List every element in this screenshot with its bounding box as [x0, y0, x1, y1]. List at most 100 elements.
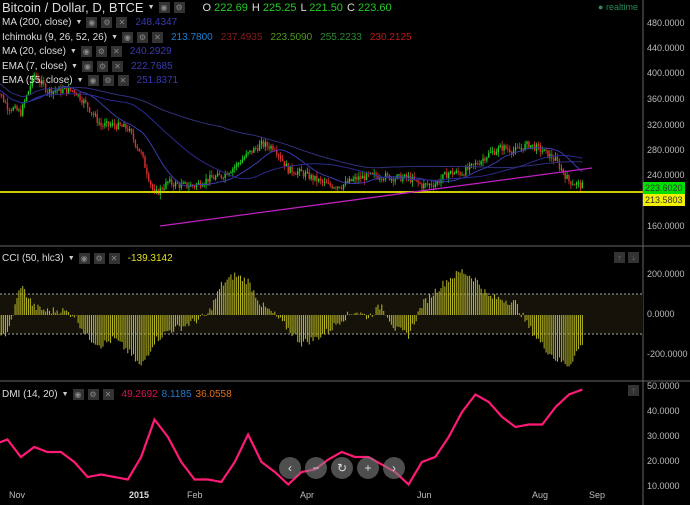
gear-icon[interactable]: ⚙	[87, 389, 99, 400]
candle-body	[178, 183, 181, 188]
caret-icon[interactable]: ▼	[77, 77, 84, 84]
time-tick: Feb	[187, 490, 203, 500]
gear-icon[interactable]: ⚙	[173, 2, 185, 13]
candle-body	[560, 168, 563, 170]
chart-nav-button[interactable]: +	[357, 457, 379, 479]
close-icon[interactable]: ✕	[117, 75, 129, 86]
candle-body	[335, 187, 337, 189]
close-icon[interactable]: ✕	[110, 46, 122, 57]
caret-icon[interactable]: ▼	[111, 34, 118, 41]
indicator-label[interactable]: MA (20, close)	[2, 46, 66, 57]
cci-label[interactable]: CCI (50, hlc3)	[2, 253, 64, 264]
indicator-label[interactable]: EMA (55, close)	[2, 75, 73, 86]
move-up-icon[interactable]: ↑	[628, 385, 639, 396]
indicator-value: 223.5090	[270, 31, 313, 43]
candle-body	[276, 150, 278, 155]
gear-icon[interactable]: ⚙	[95, 46, 107, 57]
candle-body	[383, 179, 385, 181]
price-tick: 400.0000	[647, 68, 685, 78]
candle-body	[165, 181, 167, 189]
candle-body	[528, 141, 530, 148]
ema-55-line[interactable]	[0, 84, 583, 181]
close-icon[interactable]: ✕	[102, 389, 114, 400]
candle-body	[308, 171, 310, 179]
candle-body	[148, 174, 150, 181]
candle-body	[262, 140, 265, 147]
eye-icon[interactable]: ◉	[87, 75, 99, 86]
candle-body	[144, 156, 146, 168]
caret-icon[interactable]: ▼	[70, 48, 77, 55]
candle-body	[354, 176, 356, 180]
indicator-label[interactable]: EMA (7, close)	[2, 61, 67, 72]
gear-icon[interactable]: ⚙	[102, 75, 114, 86]
gear-icon[interactable]: ⚙	[137, 31, 148, 43]
move-down-icon[interactable]: ↓	[628, 252, 639, 263]
eye-icon[interactable]: ◉	[78, 253, 90, 264]
candle-body	[186, 182, 188, 188]
gear-icon[interactable]: ⚙	[101, 17, 113, 28]
gear-icon[interactable]: ⚙	[96, 60, 108, 72]
chart-nav-button[interactable]: ›	[383, 457, 405, 479]
candle-body	[18, 109, 20, 111]
candle-body	[306, 171, 309, 173]
candle-body	[478, 164, 480, 166]
indicator-value: 255.2233	[320, 31, 362, 43]
caret-icon[interactable]: ▼	[148, 4, 155, 11]
candle-body	[92, 113, 95, 115]
caret-icon[interactable]: ▼	[68, 255, 75, 262]
time-tick: 2015	[129, 490, 150, 500]
close-icon[interactable]: ✕	[108, 253, 120, 264]
candle-body	[532, 144, 534, 146]
candle-body	[247, 152, 249, 154]
eye-icon[interactable]: ◉	[80, 46, 92, 57]
chart-nav-button[interactable]: −	[305, 457, 327, 479]
candle-body	[493, 151, 496, 155]
candle-body	[346, 181, 349, 183]
indicator-label[interactable]: Ichimoku (9, 26, 52, 26)	[2, 32, 107, 43]
candle-body	[205, 178, 207, 185]
eye-icon[interactable]: ◉	[158, 2, 170, 13]
price-tick: 160.0000	[647, 221, 685, 231]
indicator-value: 230.2125	[369, 31, 412, 43]
candle-body	[102, 125, 104, 127]
close-icon[interactable]: ✕	[111, 60, 123, 72]
time-tick: Jun	[417, 490, 432, 500]
dmi-tick: 20.0000	[647, 456, 680, 466]
candle-body	[463, 174, 465, 176]
candle-body	[291, 166, 293, 173]
eye-icon[interactable]: ◉	[122, 31, 133, 43]
time-tick: Apr	[300, 490, 315, 500]
candle-body	[98, 122, 100, 124]
candle-body	[425, 183, 427, 185]
close-icon[interactable]: ✕	[116, 17, 128, 28]
caret-icon[interactable]: ▼	[71, 63, 78, 70]
close-icon[interactable]: ✕	[152, 31, 163, 43]
candle-body	[470, 163, 473, 165]
candle-body	[207, 178, 209, 182]
candle-body	[327, 183, 330, 185]
candle-body	[331, 185, 333, 189]
eye-icon[interactable]: ◉	[81, 60, 93, 72]
indicator-label[interactable]: MA (200, close)	[2, 17, 71, 28]
symbol-title[interactable]: Bitcoin / Dollar, D, BTCE	[2, 0, 144, 15]
candle-body	[239, 162, 242, 164]
ma-20-line[interactable]	[0, 84, 583, 187]
eye-icon[interactable]: ◉	[86, 17, 98, 28]
gear-icon[interactable]: ⚙	[93, 253, 105, 264]
caret-icon[interactable]: ▼	[75, 19, 82, 26]
price-tick: 280.0000	[647, 145, 685, 155]
candle-body	[8, 109, 11, 111]
candle-body	[140, 151, 142, 153]
chart-nav-button[interactable]: ↻	[331, 457, 353, 479]
realtime-label: realtime	[605, 2, 638, 12]
candle-body	[350, 178, 352, 182]
eye-icon[interactable]: ◉	[72, 389, 84, 400]
price-tick: 440.0000	[647, 43, 685, 53]
candle-body	[507, 148, 509, 150]
candle-body	[455, 170, 457, 173]
move-up-icon[interactable]: ↑	[614, 252, 625, 263]
chart-nav-button[interactable]: ‹	[279, 457, 301, 479]
caret-icon[interactable]: ▼	[62, 391, 69, 398]
dmi-label[interactable]: DMI (14, 20)	[2, 389, 58, 400]
candle-body	[545, 149, 547, 151]
